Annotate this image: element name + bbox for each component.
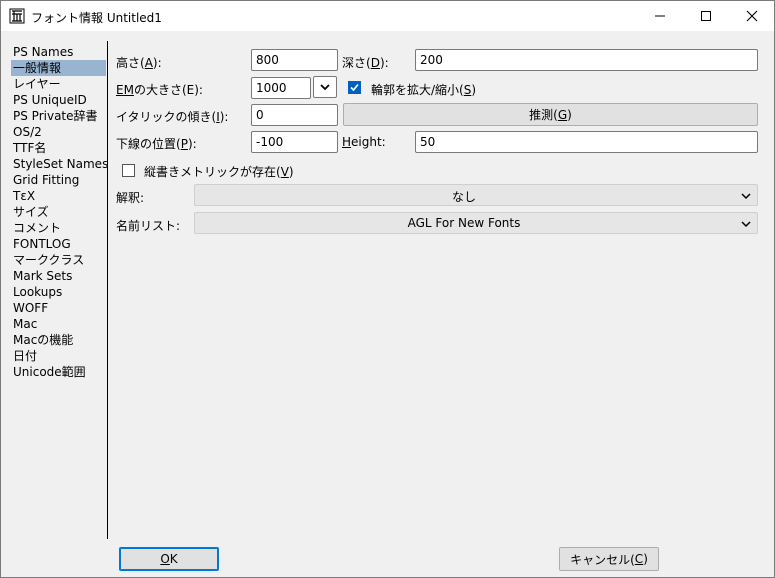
title-bar[interactable]: フォント情報 Untitled1 — [1, 1, 774, 31]
sidebar-divider — [107, 41, 108, 539]
interpretation-value: なし — [451, 190, 476, 204]
sidebar-item-mac[interactable]: Mac — [11, 316, 106, 332]
sidebar-item-grid-fitting[interactable]: Grid Fitting — [11, 172, 106, 188]
sidebar-item-mark-sets[interactable]: Mark Sets — [11, 268, 106, 284]
ok-button[interactable]: OK — [119, 547, 219, 571]
ascent-field[interactable]: 800 — [251, 49, 338, 71]
window-title: フォント情報 Untitled1 — [31, 11, 162, 25]
sidebar-item-styleset-names[interactable]: StyleSet Names — [11, 156, 108, 172]
namelist-select[interactable]: AGL For New Fonts — [194, 212, 758, 234]
minimize-icon — [655, 15, 665, 17]
category-list: PS Names 一般情報 レイヤー PS UniqueID PS Privat… — [11, 44, 108, 380]
vertical-metrics-checkbox[interactable] — [122, 164, 135, 177]
sidebar-item-ps-uniqueid[interactable]: PS UniqueID — [11, 92, 106, 108]
em-size-field[interactable]: 1000 — [251, 77, 311, 99]
chevron-down-icon — [320, 84, 330, 91]
chevron-down-icon — [741, 221, 751, 228]
em-size-dropdown-button[interactable] — [313, 76, 337, 98]
sidebar-item-size[interactable]: サイズ — [11, 204, 106, 220]
vertical-metrics-label[interactable]: 縦書きメトリックが存在(V) — [144, 163, 294, 180]
italic-angle-label: イタリックの傾き(I): — [116, 110, 229, 124]
sidebar-item-mac-features[interactable]: Macの機能 — [11, 332, 106, 348]
sidebar-item-woff[interactable]: WOFF — [11, 300, 106, 316]
close-icon — [746, 10, 758, 22]
descent-label: 深さ(D): — [342, 56, 389, 70]
em-size-label: EMの大きさ(E): — [116, 83, 203, 97]
scale-outlines-checkbox[interactable] — [348, 81, 361, 94]
sidebar-item-comments[interactable]: コメント — [11, 220, 106, 236]
sidebar-item-layers[interactable]: レイヤー — [11, 76, 106, 92]
namelist-value: AGL For New Fonts — [407, 216, 521, 230]
descent-field[interactable]: 200 — [415, 49, 758, 71]
underline-position-label: 下線の位置(P): — [116, 137, 197, 151]
maximize-button[interactable] — [683, 1, 729, 31]
interpretation-select[interactable]: なし — [194, 184, 758, 206]
ascent-label: 高さ(A): — [116, 56, 162, 70]
maximize-icon — [701, 11, 711, 21]
guess-button[interactable]: 推測(G) — [343, 103, 758, 126]
sidebar-item-ttf-names[interactable]: TTF名 — [11, 140, 106, 156]
sidebar-item-fontlog[interactable]: FONTLOG — [11, 236, 106, 252]
namelist-label: 名前リスト: — [116, 219, 181, 233]
minimize-button[interactable] — [637, 1, 683, 31]
font-info-window: フォント情報 Untitled1 PS Names 一般情報 レイヤー PS U… — [0, 0, 775, 578]
scale-outlines-label[interactable]: 輪郭を拡大/縮小(S) — [371, 81, 476, 98]
sidebar-item-mark-classes[interactable]: マーククラス — [11, 252, 106, 268]
cancel-button[interactable]: キャンセル(C) — [559, 547, 659, 571]
underline-position-field[interactable]: -100 — [251, 131, 338, 153]
sidebar-item-general[interactable]: 一般情報 — [11, 60, 106, 76]
sidebar-item-dates[interactable]: 日付 — [11, 348, 106, 364]
close-button[interactable] — [729, 1, 775, 31]
sidebar-item-lookups[interactable]: Lookups — [11, 284, 106, 300]
underline-height-field[interactable]: 50 — [415, 131, 758, 153]
fontforge-icon — [9, 8, 25, 24]
interpretation-label: 解釈: — [116, 191, 145, 205]
chevron-down-icon — [741, 193, 751, 200]
sidebar-item-unicode-ranges[interactable]: Unicode範囲 — [11, 364, 106, 380]
italic-angle-field[interactable]: 0 — [251, 104, 338, 126]
checkmark-icon — [350, 83, 359, 92]
sidebar-item-os2[interactable]: OS/2 — [11, 124, 106, 140]
underline-height-label: Height: — [342, 135, 386, 149]
sidebar-item-ps-private[interactable]: PS Private辞書 — [11, 108, 106, 124]
sidebar-item-tex[interactable]: TεX — [11, 188, 106, 204]
sidebar-item-ps-names[interactable]: PS Names — [11, 44, 106, 60]
